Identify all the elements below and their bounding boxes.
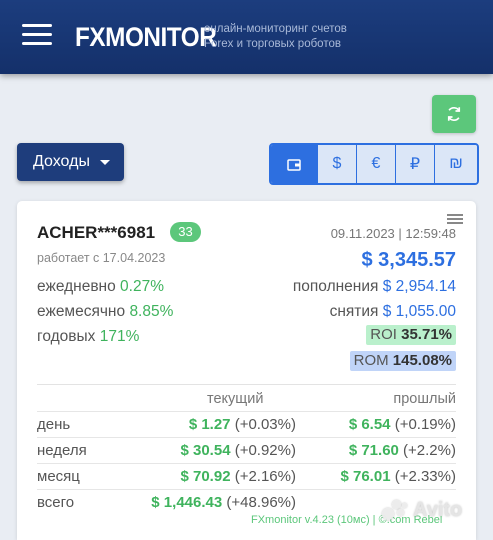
row-week-previous-pct: (+2.2%) — [403, 442, 456, 459]
app-header: FXMONITOR онлайн-мониторинг счетов Forex… — [0, 0, 493, 74]
tagline-line-2: Forex и торговых роботов — [204, 38, 341, 50]
deposits: пополнения $ 2,954.14 — [293, 278, 456, 296]
row-month-current: $ 70.92 (+2.16%) — [180, 468, 296, 485]
roi-badge: ROI 35.71% — [366, 325, 456, 345]
row-week-current-amount: $ 30.54 — [180, 442, 231, 459]
row-separator — [37, 437, 456, 438]
roi-value: 35.71% — [401, 326, 452, 343]
rom-label: ROM — [353, 352, 389, 369]
row-month-previous-pct: (+2.33%) — [394, 468, 456, 485]
works-since: работает с 17.04.2023 — [37, 251, 166, 265]
rom-value: 145.08% — [392, 352, 452, 369]
row-separator — [37, 463, 456, 464]
row-separator — [37, 489, 456, 490]
row-day-previous: $ 6.54 (+0.19%) — [349, 416, 456, 433]
watermark: Avito — [382, 499, 462, 522]
tagline: онлайн-мониторинг счетов Forex и торговы… — [204, 22, 347, 52]
row-month-label: месяц — [37, 468, 80, 485]
daily-label: ежедневно — [37, 278, 116, 295]
hamburger-menu-icon[interactable] — [22, 24, 52, 46]
column-previous: прошлый — [393, 391, 456, 407]
tagline-line-1: онлайн-мониторинг счетов — [204, 23, 347, 35]
account-datetime: 09.11.2023 | 12:59:48 — [330, 226, 456, 241]
row-day-label: день — [37, 416, 71, 433]
withdrawals: снятия $ 1,055.00 — [330, 303, 456, 321]
rom-badge: ROM 145.08% — [349, 351, 456, 371]
logo[interactable]: FXMONITOR — [75, 22, 217, 53]
deposits-label: пополнения — [292, 278, 379, 295]
yearly-value: 171% — [99, 328, 140, 345]
row-day-current: $ 1.27 (+0.03%) — [189, 416, 296, 433]
roi-label: ROI — [370, 326, 397, 343]
row-week-current-pct: (+0.92%) — [234, 442, 296, 459]
row-week-label: неделя — [37, 442, 87, 459]
account-name[interactable]: ACHER***6981 — [37, 223, 155, 243]
row-total-current-pct: (+48.96%) — [226, 494, 296, 511]
row-separator — [37, 411, 456, 412]
currency-wallet-button[interactable] — [271, 145, 317, 183]
list-icon[interactable] — [447, 214, 463, 226]
chevron-down-icon — [99, 159, 110, 165]
row-week-current: $ 30.54 (+0.92%) — [180, 442, 296, 459]
avito-logo-icon — [382, 499, 410, 522]
refresh-icon — [447, 107, 461, 121]
currency-selector: $ € ₽ ₪ — [269, 143, 479, 185]
withdrawals-label: снятия — [329, 303, 379, 320]
row-week-previous: $ 71.60 (+2.2%) — [349, 442, 456, 459]
daily-gain: ежедневно 0.27% — [37, 278, 164, 296]
account-card: ACHER***6981 33 09.11.2023 | 12:59:48 ра… — [17, 201, 476, 540]
account-balance: $ 3,345.57 — [361, 249, 456, 271]
row-day-previous-pct: (+0.19%) — [394, 416, 456, 433]
column-current: текущий — [207, 391, 264, 407]
row-total-current: $ 1,446.43 (+48.96%) — [151, 494, 296, 511]
currency-ils-button[interactable]: ₪ — [434, 145, 477, 183]
withdrawals-value: $ 1,055.00 — [382, 303, 456, 320]
deposits-value: $ 2,954.14 — [382, 278, 456, 295]
daily-value: 0.27% — [120, 278, 164, 295]
row-day-previous-amount: $ 6.54 — [348, 416, 391, 433]
row-day-current-amount: $ 1.27 — [188, 416, 231, 433]
row-week-previous-amount: $ 71.60 — [348, 442, 399, 459]
watermark-text: Avito — [413, 499, 463, 521]
income-dropdown-label: Доходы — [33, 153, 90, 170]
income-dropdown[interactable]: Доходы — [17, 143, 124, 181]
monthly-label: ежемесячно — [37, 303, 126, 320]
currency-rub-button[interactable]: ₽ — [395, 145, 434, 183]
yearly-label: годовых — [37, 328, 96, 345]
monthly-value: 8.85% — [129, 303, 174, 320]
row-day-current-pct: (+0.03%) — [234, 416, 296, 433]
wallet-icon — [287, 158, 301, 171]
row-total-label: всего — [37, 494, 75, 511]
currency-usd-button[interactable]: $ — [317, 145, 356, 183]
row-month-current-amount: $ 70.92 — [180, 468, 231, 485]
monthly-gain: ежемесячно 8.85% — [37, 303, 173, 321]
yearly-gain: годовых 171% — [37, 328, 139, 346]
account-badge: 33 — [170, 222, 201, 242]
row-month-current-pct: (+2.16%) — [234, 468, 296, 485]
refresh-button[interactable] — [432, 95, 476, 133]
section-divider — [37, 384, 456, 385]
currency-eur-button[interactable]: € — [356, 145, 395, 183]
row-total-current-amount: $ 1,446.43 — [151, 494, 223, 511]
row-month-previous: $ 76.01 (+2.33%) — [340, 468, 456, 485]
row-month-previous-amount: $ 76.01 — [340, 468, 391, 485]
